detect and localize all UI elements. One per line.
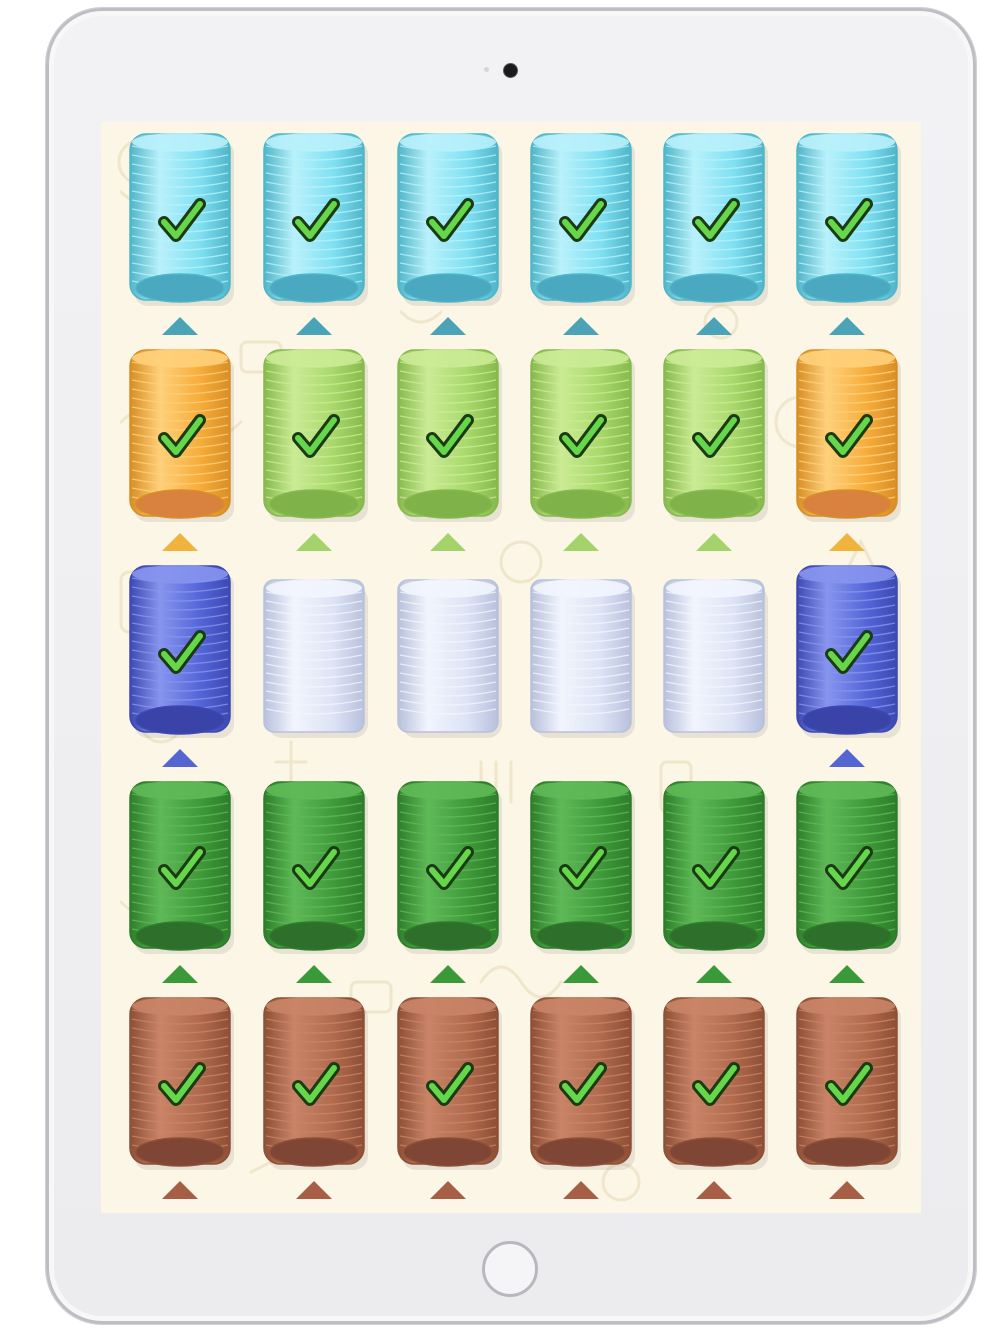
tube-r2-c3[interactable] <box>396 346 506 551</box>
disc-stack <box>663 579 768 738</box>
tube-r4-c5[interactable] <box>662 778 772 983</box>
tube-r1-c2[interactable] <box>262 130 372 335</box>
up-arrow-icon <box>829 965 865 983</box>
tube-r1-c5[interactable] <box>662 130 772 335</box>
up-arrow-icon <box>296 965 332 983</box>
disc-stack <box>397 997 502 1199</box>
disc-stack <box>129 349 234 551</box>
disc-stack <box>397 133 502 335</box>
tube-r3-c4[interactable] <box>529 562 639 767</box>
tube-r3-c2[interactable] <box>262 562 372 767</box>
disc-stack <box>796 565 901 767</box>
tube-r2-c6[interactable] <box>795 346 905 551</box>
disc-stack <box>663 133 768 335</box>
disc-stack <box>129 997 234 1199</box>
disc-stack <box>397 579 502 738</box>
up-arrow-icon <box>430 317 466 335</box>
tube-r4-c1[interactable] <box>128 778 238 983</box>
up-arrow-icon <box>829 1181 865 1199</box>
tube-r5-c5[interactable] <box>662 994 772 1199</box>
tube-r5-c1[interactable] <box>128 994 238 1199</box>
up-arrow-icon <box>563 965 599 983</box>
disc-stack <box>796 133 901 335</box>
tube-r4-c2[interactable] <box>262 778 372 983</box>
disc-stack <box>263 133 368 335</box>
disc-stack <box>129 133 234 335</box>
up-arrow-icon <box>563 317 599 335</box>
up-arrow-icon <box>162 1181 198 1199</box>
disc-stack <box>530 781 635 983</box>
up-arrow-icon <box>430 1181 466 1199</box>
up-arrow-icon <box>162 533 198 551</box>
disc-stack <box>530 349 635 551</box>
disc-stack <box>263 997 368 1199</box>
tube-r3-c6[interactable] <box>795 562 905 767</box>
home-button[interactable] <box>482 1241 538 1297</box>
game-screen <box>101 122 921 1213</box>
up-arrow-icon <box>296 1181 332 1199</box>
tube-grid <box>101 122 921 1213</box>
up-arrow-icon <box>162 317 198 335</box>
tube-r5-c2[interactable] <box>262 994 372 1199</box>
up-arrow-icon <box>829 533 865 551</box>
disc-stack <box>796 781 901 983</box>
tube-r3-c3[interactable] <box>396 562 506 767</box>
tube-r4-c6[interactable] <box>795 778 905 983</box>
tube-r1-c1[interactable] <box>128 130 238 335</box>
disc-stack <box>263 349 368 551</box>
up-arrow-icon <box>430 965 466 983</box>
up-arrow-icon <box>829 749 865 767</box>
tube-r5-c4[interactable] <box>529 994 639 1199</box>
tube-r1-c6[interactable] <box>795 130 905 335</box>
up-arrow-icon <box>296 533 332 551</box>
tube-r2-c2[interactable] <box>262 346 372 551</box>
front-camera <box>503 63 518 78</box>
tube-r3-c5[interactable] <box>662 562 772 767</box>
tube-r2-c4[interactable] <box>529 346 639 551</box>
tube-r2-c5[interactable] <box>662 346 772 551</box>
disc-stack <box>796 997 901 1199</box>
disc-stack <box>663 349 768 551</box>
up-arrow-icon <box>696 533 732 551</box>
tube-r4-c3[interactable] <box>396 778 506 983</box>
up-arrow-icon <box>296 317 332 335</box>
disc-stack <box>663 781 768 983</box>
disc-stack <box>530 997 635 1199</box>
tube-r3-c1[interactable] <box>128 562 238 767</box>
tube-r1-c4[interactable] <box>529 130 639 335</box>
disc-stack <box>263 579 368 738</box>
disc-stack <box>663 997 768 1199</box>
up-arrow-icon <box>162 965 198 983</box>
disc-stack <box>263 781 368 983</box>
tube-r4-c4[interactable] <box>529 778 639 983</box>
disc-stack <box>530 133 635 335</box>
up-arrow-icon <box>829 317 865 335</box>
sensor-dot <box>484 67 489 72</box>
up-arrow-icon <box>563 533 599 551</box>
tube-r5-c6[interactable] <box>795 994 905 1199</box>
up-arrow-icon <box>563 1181 599 1199</box>
up-arrow-icon <box>696 965 732 983</box>
up-arrow-icon <box>162 749 198 767</box>
tube-r2-c1[interactable] <box>128 346 238 551</box>
up-arrow-icon <box>696 1181 732 1199</box>
disc-stack <box>530 579 635 738</box>
disc-stack <box>796 349 901 551</box>
disc-stack <box>397 781 502 983</box>
tube-r1-c3[interactable] <box>396 130 506 335</box>
disc-stack <box>129 781 234 983</box>
disc-stack <box>129 565 234 767</box>
up-arrow-icon <box>430 533 466 551</box>
disc-stack <box>397 349 502 551</box>
up-arrow-icon <box>696 317 732 335</box>
tube-r5-c3[interactable] <box>396 994 506 1199</box>
